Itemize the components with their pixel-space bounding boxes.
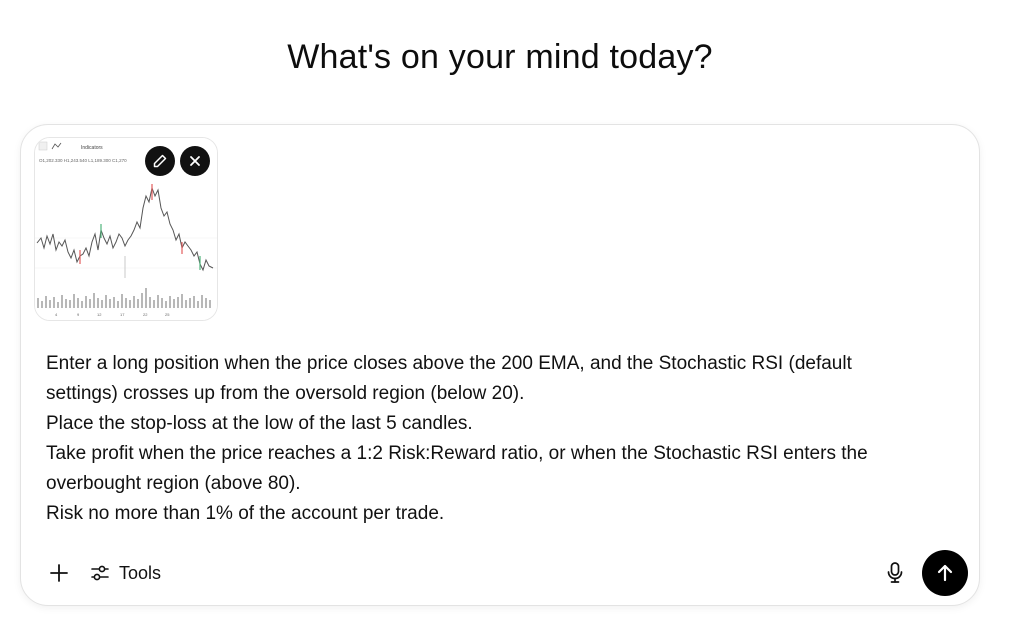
attached-image-thumbnail[interactable]: Indicators O1,202.330 H1,243.540 L1,189.…	[34, 137, 218, 321]
chart-x-tick: 25	[165, 312, 170, 317]
edit-image-button[interactable]	[145, 146, 175, 176]
prompt-line: Place the stop-loss at the low of the la…	[46, 413, 473, 434]
prompt-line: Risk no more than 1% of the account per …	[46, 503, 445, 524]
composer-toolbar-left: Tools	[43, 557, 161, 589]
dictate-button[interactable]	[879, 557, 911, 589]
prompt-line: settings) crosses up from the oversold r…	[46, 383, 525, 404]
prompt-line: Enter a long position when the price clo…	[46, 353, 852, 374]
chart-toolbar-label: Indicators	[81, 145, 103, 151]
send-button[interactable]	[922, 550, 968, 596]
prompt-line: Take profit when the price reaches a 1:2…	[46, 443, 868, 464]
chart-x-tick: 12	[97, 312, 102, 317]
prompt-line: overbought region (above 80).	[46, 473, 301, 494]
tools-label: Tools	[119, 562, 162, 583]
page-title: What's on your mind today?	[287, 38, 713, 76]
prompt-composer: Indicators O1,202.330 H1,243.540 L1,189.…	[20, 124, 980, 606]
arrow-up-icon	[937, 564, 953, 582]
chart-info-label: O1,202.330 H1,243.540 L1,189.300 C1,270	[39, 158, 127, 163]
page: What's on your mind today? Indicators O1…	[0, 0, 1022, 627]
tools-button[interactable]: Tools	[89, 557, 161, 589]
chart-x-tick: 17	[120, 312, 125, 317]
microphone-icon	[887, 562, 903, 583]
plus-icon	[50, 564, 68, 582]
close-icon	[190, 156, 200, 166]
pencil-icon	[153, 154, 167, 168]
chart-x-tick: 22	[143, 312, 148, 317]
sliders-icon	[91, 565, 109, 581]
add-attachment-button[interactable]	[43, 557, 75, 589]
prompt-textarea[interactable]: Enter a long position when the price clo…	[46, 349, 926, 529]
remove-image-button[interactable]	[180, 146, 210, 176]
